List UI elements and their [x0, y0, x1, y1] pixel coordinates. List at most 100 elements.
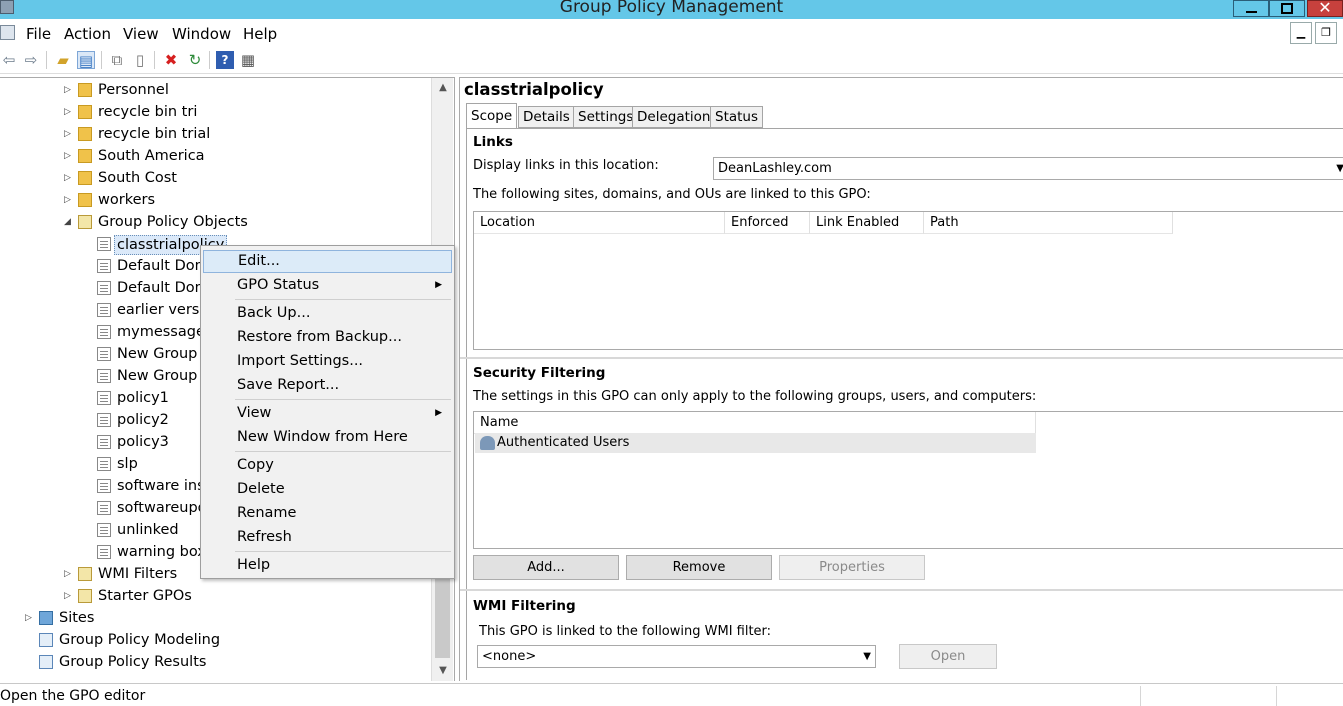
gpo-icon: [97, 303, 111, 317]
tree-node[interactable]: ▷ recycle bin trial: [0, 123, 430, 145]
expand-arrow-icon[interactable]: ▷: [64, 79, 74, 101]
gpo-icon: [97, 347, 111, 361]
restore-button[interactable]: [1269, 0, 1305, 17]
toolbar-separator: [209, 51, 210, 69]
column-header-enforced[interactable]: Enforced: [725, 212, 810, 234]
delete-icon[interactable]: ✖: [162, 51, 180, 69]
menu-window[interactable]: Window: [172, 25, 231, 43]
tree-node[interactable]: ▷ workers: [0, 189, 430, 211]
tree-node[interactable]: Group Policy Results: [0, 651, 430, 673]
tab-settings[interactable]: Settings: [573, 106, 639, 128]
tree-node[interactable]: ▷ Starter GPOs: [0, 585, 430, 607]
properties-button[interactable]: Properties: [779, 555, 925, 580]
scroll-thumb[interactable]: [435, 573, 450, 658]
menu-separator: [235, 551, 451, 552]
mdi-minimize-button[interactable]: ▁: [1290, 22, 1312, 44]
tree-node-label: South America: [98, 148, 205, 164]
menu-item-restore-from-backup[interactable]: Restore from Backup...: [203, 326, 452, 349]
column-header-location[interactable]: Location: [474, 212, 725, 234]
remove-button[interactable]: Remove: [626, 555, 772, 580]
expand-arrow-icon[interactable]: ▷: [64, 123, 74, 145]
up-folder-icon[interactable]: ▰: [54, 51, 72, 69]
show-hide-tree-icon[interactable]: ▤: [77, 51, 95, 70]
links-location-select[interactable]: DeanLashley.com ▼: [713, 157, 1343, 180]
menu-item-refresh[interactable]: Refresh: [203, 526, 452, 549]
tab-details[interactable]: Details: [518, 106, 575, 128]
expand-arrow-icon[interactable]: ▷: [64, 101, 74, 123]
modeling-icon: [39, 655, 53, 669]
tree-node[interactable]: Group Policy Modeling: [0, 629, 430, 651]
open-button[interactable]: Open: [899, 644, 997, 669]
wmi-filter-select[interactable]: <none> ▼: [477, 645, 876, 668]
back-icon[interactable]: ⇦: [0, 51, 18, 69]
expand-arrow-icon[interactable]: ▷: [64, 563, 74, 585]
tree-node[interactable]: ▷ Sites: [0, 607, 430, 629]
tree-node[interactable]: ▷ Personnel: [0, 79, 430, 101]
expand-arrow-icon[interactable]: ▷: [64, 167, 74, 189]
gpo-icon: [97, 369, 111, 383]
submenu-arrow-icon: ▶: [435, 280, 442, 290]
toolbar-separator: [46, 51, 47, 69]
column-header-path[interactable]: Path: [924, 212, 1173, 234]
links-table[interactable]: Location Enforced Link Enabled Path: [473, 211, 1343, 350]
paste-icon[interactable]: ▯: [131, 51, 149, 69]
document-icon[interactable]: [0, 25, 15, 40]
tree-node[interactable]: ▷ South America: [0, 145, 430, 167]
menu-file[interactable]: File: [26, 25, 51, 43]
close-button[interactable]: ✕: [1307, 0, 1343, 17]
menu-item-view[interactable]: View ▶: [203, 402, 452, 425]
tree-node[interactable]: ◢ Group Policy Objects: [0, 211, 430, 233]
tab-delegation[interactable]: Delegation: [632, 106, 716, 128]
column-header-name[interactable]: Name: [474, 412, 1036, 434]
tree-node[interactable]: ▷ recycle bin tri: [0, 101, 430, 123]
menu-item-back-up[interactable]: Back Up...: [203, 302, 452, 325]
menu-item-gpo-status[interactable]: GPO Status ▶: [203, 274, 452, 297]
menu-separator: [235, 399, 451, 400]
menu-item-help[interactable]: Help: [203, 554, 452, 577]
section-divider: [460, 589, 1343, 591]
tab-status[interactable]: Status: [710, 106, 764, 128]
minimize-button[interactable]: [1233, 0, 1269, 17]
properties-icon[interactable]: ▦: [239, 51, 257, 69]
chevron-down-icon: ▼: [1336, 158, 1343, 179]
add-button[interactable]: Add...: [473, 555, 619, 580]
expand-arrow-icon[interactable]: ▷: [64, 189, 74, 211]
tree-node[interactable]: ▷ South Cost: [0, 167, 430, 189]
status-divider: [1276, 686, 1277, 706]
menu-item-new-window[interactable]: New Window from Here: [203, 426, 452, 449]
gpo-icon: [97, 523, 111, 537]
tree-node-label: Group Policy Objects: [98, 214, 248, 230]
mdi-restore-button[interactable]: ❐: [1315, 22, 1337, 44]
menu-separator: [235, 451, 451, 452]
modeling-icon: [39, 633, 53, 647]
expand-arrow-icon[interactable]: ▷: [64, 585, 74, 607]
menu-help[interactable]: Help: [243, 25, 277, 43]
menu-item-import-settings[interactable]: Import Settings...: [203, 350, 452, 373]
tree-node-label: software inst: [117, 478, 211, 494]
tree-node-label: workers: [98, 192, 156, 208]
scroll-down-icon[interactable]: ▼: [432, 661, 454, 681]
column-header-link-enabled[interactable]: Link Enabled: [810, 212, 924, 234]
security-filtering-table[interactable]: Name Authenticated Users: [473, 411, 1343, 549]
menu-item-copy[interactable]: Copy: [203, 454, 452, 477]
menu-view[interactable]: View: [123, 25, 159, 43]
menu-item-delete[interactable]: Delete: [203, 478, 452, 501]
collapse-arrow-icon[interactable]: ◢: [64, 211, 74, 233]
forward-icon[interactable]: ⇨: [22, 51, 40, 69]
expand-arrow-icon[interactable]: ▷: [64, 145, 74, 167]
refresh-icon[interactable]: ↻: [186, 51, 204, 69]
menu-item-edit[interactable]: Edit...: [203, 250, 452, 273]
menu-item-rename[interactable]: Rename: [203, 502, 452, 525]
menu-item-label: Rename: [237, 505, 297, 521]
scroll-up-icon[interactable]: ▲: [432, 78, 454, 98]
copy-icon[interactable]: ⧉: [108, 51, 126, 69]
help-icon[interactable]: ?: [216, 51, 234, 69]
menu-item-save-report[interactable]: Save Report...: [203, 374, 452, 397]
wmi-filter-value: <none>: [482, 649, 537, 664]
menu-action[interactable]: Action: [64, 25, 111, 43]
expand-arrow-icon[interactable]: ▷: [25, 607, 35, 629]
table-row[interactable]: Authenticated Users: [475, 433, 1036, 453]
tab-scope[interactable]: Scope: [466, 103, 518, 129]
menu-item-label: View: [237, 405, 272, 421]
details-pane: classtrialpolicy Scope Details Settings …: [459, 77, 1343, 681]
